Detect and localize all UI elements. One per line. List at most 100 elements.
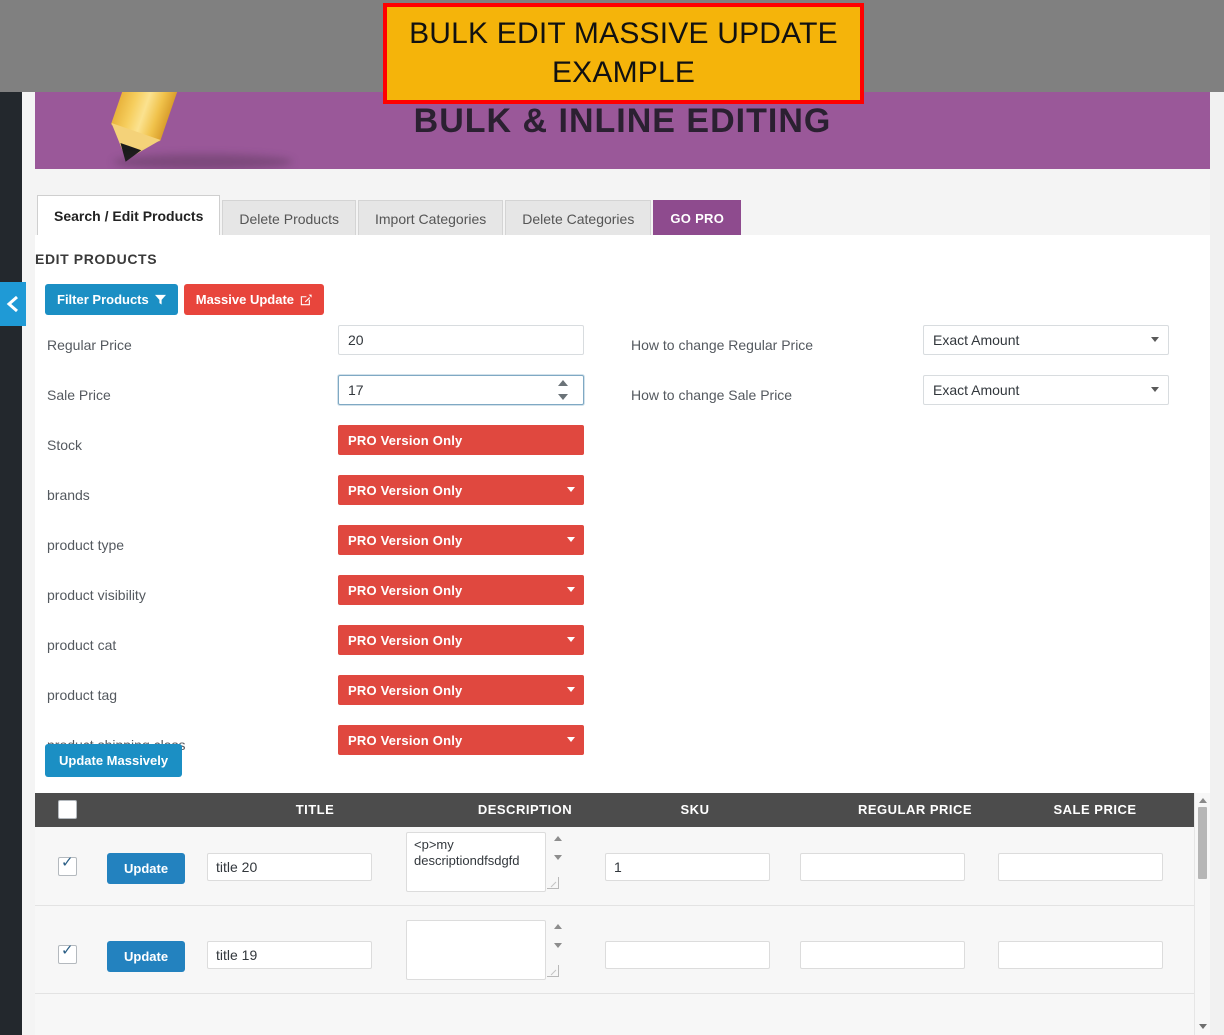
chevron-down-icon (1151, 337, 1159, 342)
row-update-button[interactable]: Update (107, 853, 186, 884)
tab-label: Delete Categories (522, 210, 635, 227)
table-header-row: TITLE DESCRIPTION SKU REGULAR PRICE SALE PRI… (35, 793, 1195, 827)
textarea-scroll-icon[interactable] (552, 836, 564, 860)
pro-version-only-field[interactable]: PRO Version Only (338, 525, 584, 555)
table-row: ✓ Update (35, 915, 1195, 994)
row-update-label: Update (124, 861, 169, 876)
sale-price-input[interactable] (998, 941, 1163, 969)
form-field-label: brands (47, 487, 90, 503)
funnel-icon (154, 294, 166, 305)
form-field-label: Regular Price (47, 337, 132, 353)
sale-price-input[interactable] (338, 375, 584, 405)
pro-version-only-label: PRO Version Only (348, 682, 463, 698)
browser-page: BULK & INLINE EDITING Search / Edit Prod… (0, 92, 1224, 1035)
form-field-label: product cat (47, 637, 117, 653)
tab-search-edit-products[interactable]: Search / Edit Products (37, 195, 221, 236)
title-input[interactable] (207, 853, 372, 881)
select-all-checkbox[interactable] (58, 800, 77, 819)
tab-bar: Search / Edit Products Delete Products Imp… (35, 193, 1210, 236)
number-spinner-icon[interactable] (555, 380, 571, 400)
sku-input[interactable] (605, 853, 770, 881)
description-textarea[interactable] (406, 920, 546, 980)
tab-delete-categories[interactable]: Delete Categories (505, 200, 652, 236)
sku-input[interactable] (605, 941, 770, 969)
pro-version-only-field[interactable]: PRO Version Only (338, 425, 584, 455)
pro-version-only-field[interactable]: PRO Version Only (338, 575, 584, 605)
row-select-checkbox[interactable]: ✓ (58, 855, 77, 876)
chevron-down-icon (567, 587, 575, 592)
sidebar-gutter (22, 92, 35, 1035)
annotation-banner: BULK EDIT MASSIVE UPDATE EXAMPLE (383, 3, 864, 104)
description-textarea[interactable] (406, 832, 546, 892)
sale-price-input[interactable] (998, 853, 1163, 881)
filter-products-button[interactable]: Filter Products (45, 284, 178, 315)
massive-update-label: Massive Update (195, 292, 295, 307)
tab-label: GO PRO (670, 211, 725, 226)
chevron-down-icon (567, 487, 575, 492)
change-method-select[interactable]: Exact Amount (923, 375, 1169, 405)
update-massively-label: Update Massively (59, 753, 169, 768)
form-row: product type PRO Version Only (35, 523, 1210, 573)
change-method-select[interactable]: Exact Amount (923, 325, 1169, 355)
admin-sidebar-rail (0, 92, 22, 1035)
massive-update-button[interactable]: Massive Update (183, 284, 325, 315)
update-massively-button[interactable]: Update Massively (45, 744, 183, 777)
change-method-value: Exact Amount (933, 332, 1020, 348)
form-field-label: Sale Price (47, 387, 111, 403)
form-row: Sale Price How to change Sale Price Exact … (35, 373, 1210, 423)
pro-version-only-label: PRO Version Only (348, 482, 463, 498)
page-title: EDIT PRODUCTS (35, 251, 158, 267)
edit-products-panel: EDIT PRODUCTS Filter Products Massive Up… (35, 237, 1210, 1035)
table-scrollbar[interactable] (1194, 793, 1210, 1035)
action-button-group: Filter Products Massive Update (45, 284, 325, 315)
pro-version-only-label: PRO Version Only (348, 582, 463, 598)
form-field-label-right: How to change Regular Price (631, 337, 814, 353)
products-table: TITLE DESCRIPTION SKU REGULAR PRICE SALE PRI… (35, 793, 1210, 1035)
annotation-banner-text: BULK EDIT MASSIVE UPDATE EXAMPLE (409, 17, 838, 89)
chevron-left-icon (6, 295, 18, 313)
tab-label: Search / Edit Products (54, 208, 204, 224)
form-row: product visibility PRO Version Only (35, 573, 1210, 623)
row-update-button[interactable]: Update (107, 941, 186, 972)
table-row: ✓ Update (35, 827, 1195, 906)
pro-version-only-label: PRO Version Only (348, 632, 463, 648)
pro-version-only-label: PRO Version Only (348, 532, 463, 548)
tab-label: Import Categories (374, 210, 487, 227)
tab-import-categories[interactable]: Import Categories (357, 200, 504, 236)
pro-version-only-field[interactable]: PRO Version Only (338, 725, 584, 755)
table-column-header: TITLE (295, 802, 335, 817)
pro-version-only-label: PRO Version Only (348, 732, 463, 748)
edit-square-icon (300, 294, 312, 305)
textarea-resize-handle[interactable] (547, 877, 559, 889)
form-row: product cat PRO Version Only (35, 623, 1210, 673)
scroll-up-icon[interactable] (1199, 798, 1207, 803)
regular-price-input[interactable] (338, 325, 584, 355)
form-row: product shipping classPRO Version Only (35, 723, 1210, 773)
table-column-header: REGULAR PRICE (857, 802, 973, 817)
chevron-down-icon (1151, 387, 1159, 392)
row-select-checkbox[interactable]: ✓ (58, 943, 77, 964)
tab-go-pro[interactable]: GO PRO (653, 200, 742, 236)
form-field-label-right: How to change Sale Price (631, 387, 793, 403)
header-divider (35, 169, 1210, 193)
tab-delete-products[interactable]: Delete Products (222, 200, 356, 236)
pro-version-only-field[interactable]: PRO Version Only (338, 475, 584, 505)
chevron-down-icon (567, 637, 575, 642)
textarea-scroll-icon[interactable] (552, 924, 564, 948)
regular-price-input[interactable] (800, 853, 965, 881)
chevron-down-icon (567, 537, 575, 542)
textarea-resize-handle[interactable] (547, 965, 559, 977)
chevron-down-icon (567, 687, 575, 692)
pencil-shadow (113, 154, 293, 169)
regular-price-input[interactable] (800, 941, 965, 969)
scroll-down-icon[interactable] (1199, 1024, 1207, 1029)
sidebar-collapse-button[interactable] (0, 282, 26, 326)
scrollbar-thumb[interactable] (1198, 807, 1207, 879)
chevron-down-icon (567, 737, 575, 742)
pro-version-only-field[interactable]: PRO Version Only (338, 675, 584, 705)
title-input[interactable] (207, 941, 372, 969)
filter-products-label: Filter Products (57, 292, 149, 307)
form-row: product tag PRO Version Only (35, 673, 1210, 723)
pro-version-only-field[interactable]: PRO Version Only (338, 625, 584, 655)
form-row: brands PRO Version Only (35, 473, 1210, 523)
